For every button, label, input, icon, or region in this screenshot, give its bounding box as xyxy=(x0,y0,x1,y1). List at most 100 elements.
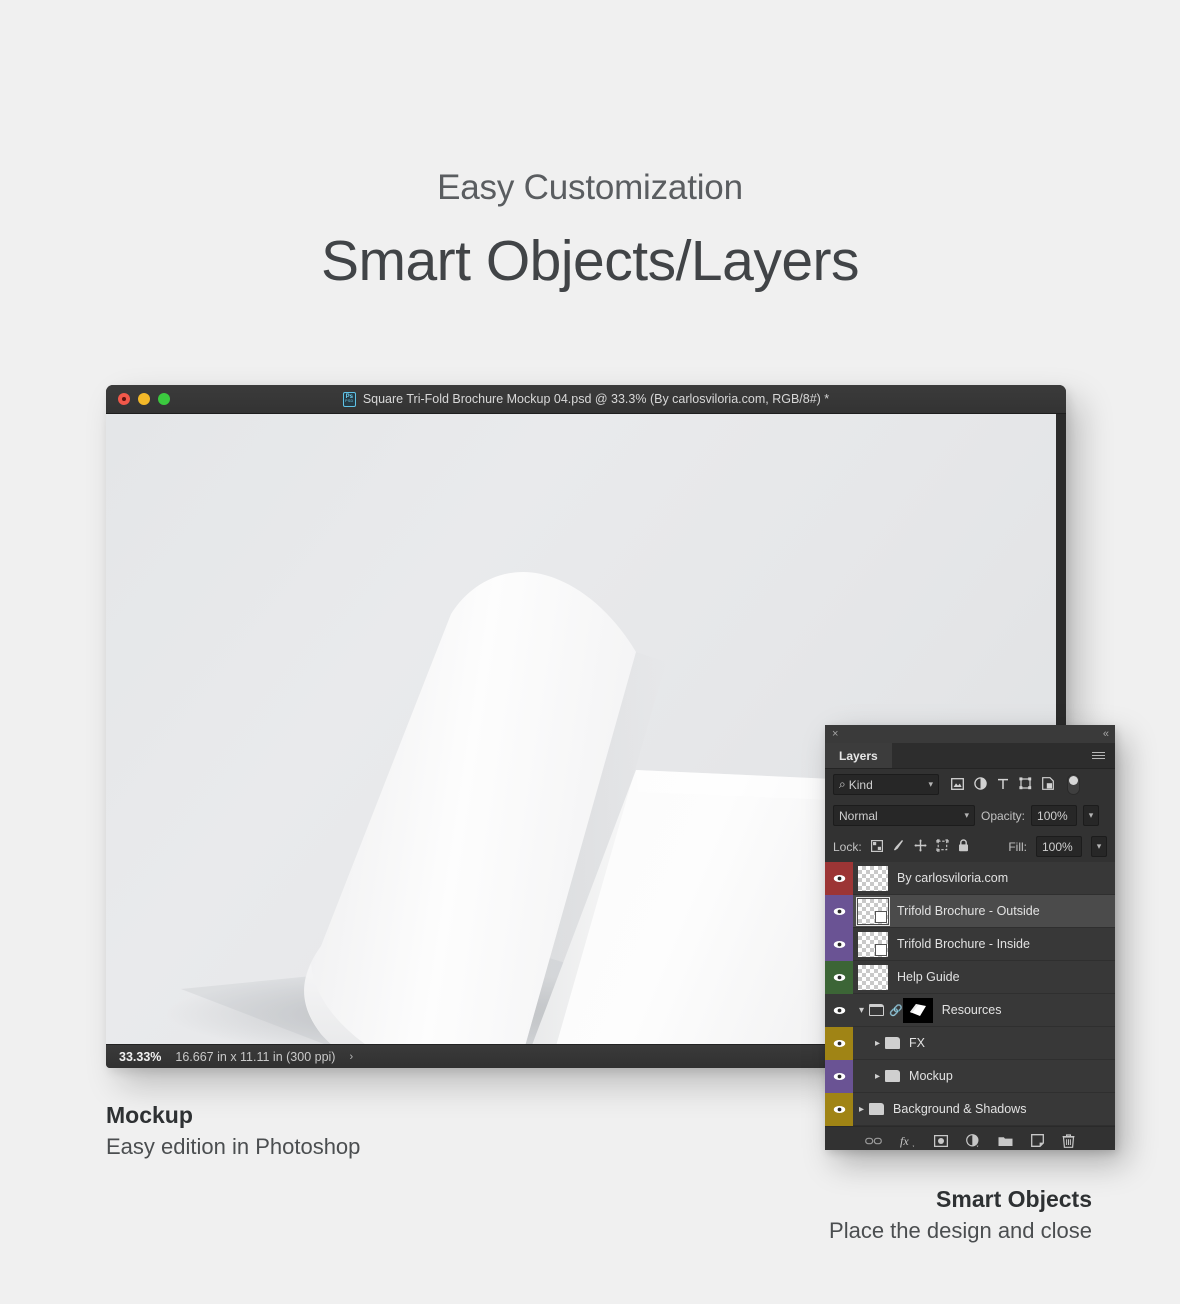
table-row[interactable]: ▸ FX xyxy=(825,1026,1115,1060)
panel-footer: fx xyxy=(825,1126,1115,1150)
eye-icon[interactable] xyxy=(833,874,846,883)
eye-icon[interactable] xyxy=(833,973,846,982)
table-row[interactable]: Trifold Brochure - Inside xyxy=(825,927,1115,961)
folder-icon xyxy=(869,1103,885,1115)
panel-menu-icon[interactable] xyxy=(1092,743,1115,768)
layer-style-fx-icon[interactable]: fx xyxy=(900,1134,916,1150)
chevron-down-icon: ▾ xyxy=(1088,810,1094,820)
lock-label: Lock: xyxy=(833,839,862,854)
zoom-button[interactable] xyxy=(158,393,170,405)
panel-tabrow: Layers xyxy=(825,743,1115,769)
eye-icon[interactable] xyxy=(833,940,846,949)
layer-thumbnail[interactable] xyxy=(858,865,888,891)
window-titlebar: Ps PSD Square Tri-Fold Brochure Mockup 0… xyxy=(106,385,1066,414)
fill-stepper[interactable]: ▾ xyxy=(1091,836,1107,857)
table-row[interactable]: Trifold Brochure - Outside xyxy=(825,894,1115,928)
layer-thumbnail[interactable] xyxy=(858,931,888,957)
adjustment-layer-filter-icon[interactable] xyxy=(974,777,987,792)
folder-icon xyxy=(885,1037,901,1049)
filter-kind-value: Kind xyxy=(848,777,873,792)
status-expand-arrow[interactable]: › xyxy=(349,1051,353,1063)
blend-mode-select[interactable]: Normal ▾ xyxy=(833,805,975,826)
psd-file-icon: Ps PSD xyxy=(342,391,356,407)
lock-row: Lock: Fill: 100% ▾ xyxy=(825,831,1115,862)
lock-position-icon[interactable] xyxy=(914,839,927,854)
group-expand-controls[interactable]: ▾ 🔗 xyxy=(859,1004,903,1017)
caption-mockup-title: Mockup xyxy=(106,1102,193,1128)
smart-object-badge-icon xyxy=(875,910,887,923)
layer-list: By carlosviloria.com Trifold Brochure - … xyxy=(825,861,1115,1126)
page-subtitle: Easy Customization xyxy=(437,168,743,207)
group-expand-controls[interactable]: ▸ xyxy=(859,1103,885,1115)
type-layer-filter-icon[interactable] xyxy=(997,778,1009,792)
document-title-group: Ps PSD Square Tri-Fold Brochure Mockup 0… xyxy=(106,391,1066,407)
close-icon[interactable]: × xyxy=(832,728,838,740)
layer-color-swatch[interactable] xyxy=(825,894,853,928)
smart-object-badge-icon xyxy=(875,943,887,956)
link-mask-icon[interactable]: 🔗 xyxy=(889,1004,903,1017)
opacity-label: Opacity: xyxy=(981,808,1026,823)
tab-layers[interactable]: Layers xyxy=(825,743,892,768)
layer-name: Resources xyxy=(941,1003,1002,1017)
folder-icon xyxy=(885,1070,901,1082)
layer-color-swatch[interactable] xyxy=(825,1092,853,1126)
eye-icon[interactable] xyxy=(833,907,846,916)
filter-enable-toggle[interactable] xyxy=(1067,774,1080,795)
chevron-right-icon[interactable]: ▸ xyxy=(875,1038,880,1049)
table-row[interactable]: By carlosviloria.com xyxy=(825,861,1115,895)
table-row[interactable]: Help Guide xyxy=(825,960,1115,994)
lock-image-pixels-icon[interactable] xyxy=(892,839,905,854)
chevron-down-icon: ▾ xyxy=(964,810,969,820)
group-expand-controls[interactable]: ▸ xyxy=(875,1070,901,1082)
caption-mockup: Mockup Easy edition in Photoshop xyxy=(106,1102,360,1160)
opacity-value: 100% xyxy=(1037,808,1068,823)
lock-all-icon[interactable] xyxy=(958,839,969,854)
caption-smart-objects-title: Smart Objects xyxy=(936,1186,1092,1212)
table-row[interactable]: ▾ 🔗 Resources xyxy=(825,993,1115,1027)
group-expand-controls[interactable]: ▸ xyxy=(875,1037,901,1049)
filter-kind-select[interactable]: ⌕ Kind ▾ xyxy=(833,774,939,795)
chevron-down-icon: ▾ xyxy=(928,779,933,789)
chevron-right-icon[interactable]: ▸ xyxy=(875,1071,880,1082)
link-layers-icon[interactable] xyxy=(865,1135,882,1148)
chevron-right-icon[interactable]: ▸ xyxy=(859,1104,864,1115)
smart-object-filter-icon[interactable] xyxy=(1042,777,1054,792)
panel-topbar: × « xyxy=(825,725,1115,743)
layer-thumbnail[interactable] xyxy=(858,964,888,990)
eye-icon[interactable] xyxy=(833,1006,846,1015)
shape-layer-filter-icon[interactable] xyxy=(1019,777,1032,792)
filter-type-icons xyxy=(951,774,1080,795)
collapse-panel-icon[interactable]: « xyxy=(1103,728,1109,740)
table-row[interactable]: ▸ Background & Shadows xyxy=(825,1092,1115,1126)
layer-color-swatch[interactable] xyxy=(825,993,853,1027)
eye-icon[interactable] xyxy=(833,1039,846,1048)
eye-icon[interactable] xyxy=(833,1072,846,1081)
layer-color-swatch[interactable] xyxy=(825,1059,853,1093)
layer-mask-thumbnail[interactable] xyxy=(902,997,933,1023)
new-group-icon[interactable] xyxy=(998,1135,1013,1149)
opacity-input[interactable]: 100% xyxy=(1031,805,1078,826)
pixel-layer-filter-icon[interactable] xyxy=(951,777,964,792)
layer-color-swatch[interactable] xyxy=(825,1026,853,1060)
filter-row: ⌕ Kind ▾ xyxy=(825,769,1115,800)
layer-color-swatch[interactable] xyxy=(825,861,853,895)
new-layer-icon[interactable] xyxy=(1031,1134,1044,1149)
lock-artboard-nesting-icon[interactable] xyxy=(936,839,949,854)
caption-mockup-subtitle: Easy edition in Photoshop xyxy=(106,1134,361,1159)
add-layer-mask-icon[interactable] xyxy=(933,1134,949,1149)
caption-smart-objects: Smart Objects Place the design and close xyxy=(829,1186,1092,1244)
close-button[interactable] xyxy=(118,393,130,405)
eye-icon[interactable] xyxy=(833,1105,846,1114)
layer-color-swatch[interactable] xyxy=(825,960,853,994)
new-adjustment-layer-icon[interactable] xyxy=(966,1133,980,1150)
chevron-down-icon[interactable]: ▾ xyxy=(859,1005,864,1016)
delete-layer-icon[interactable] xyxy=(1062,1133,1075,1150)
lock-transparent-pixels-icon[interactable] xyxy=(870,839,883,854)
zoom-level[interactable]: 33.33% xyxy=(119,1050,161,1064)
layer-thumbnail[interactable] xyxy=(856,896,890,926)
fill-input[interactable]: 100% xyxy=(1036,836,1082,857)
table-row[interactable]: ▸ Mockup xyxy=(825,1059,1115,1093)
opacity-stepper[interactable]: ▾ xyxy=(1083,805,1100,826)
layer-color-swatch[interactable] xyxy=(825,927,853,961)
minimize-button[interactable] xyxy=(138,393,150,405)
